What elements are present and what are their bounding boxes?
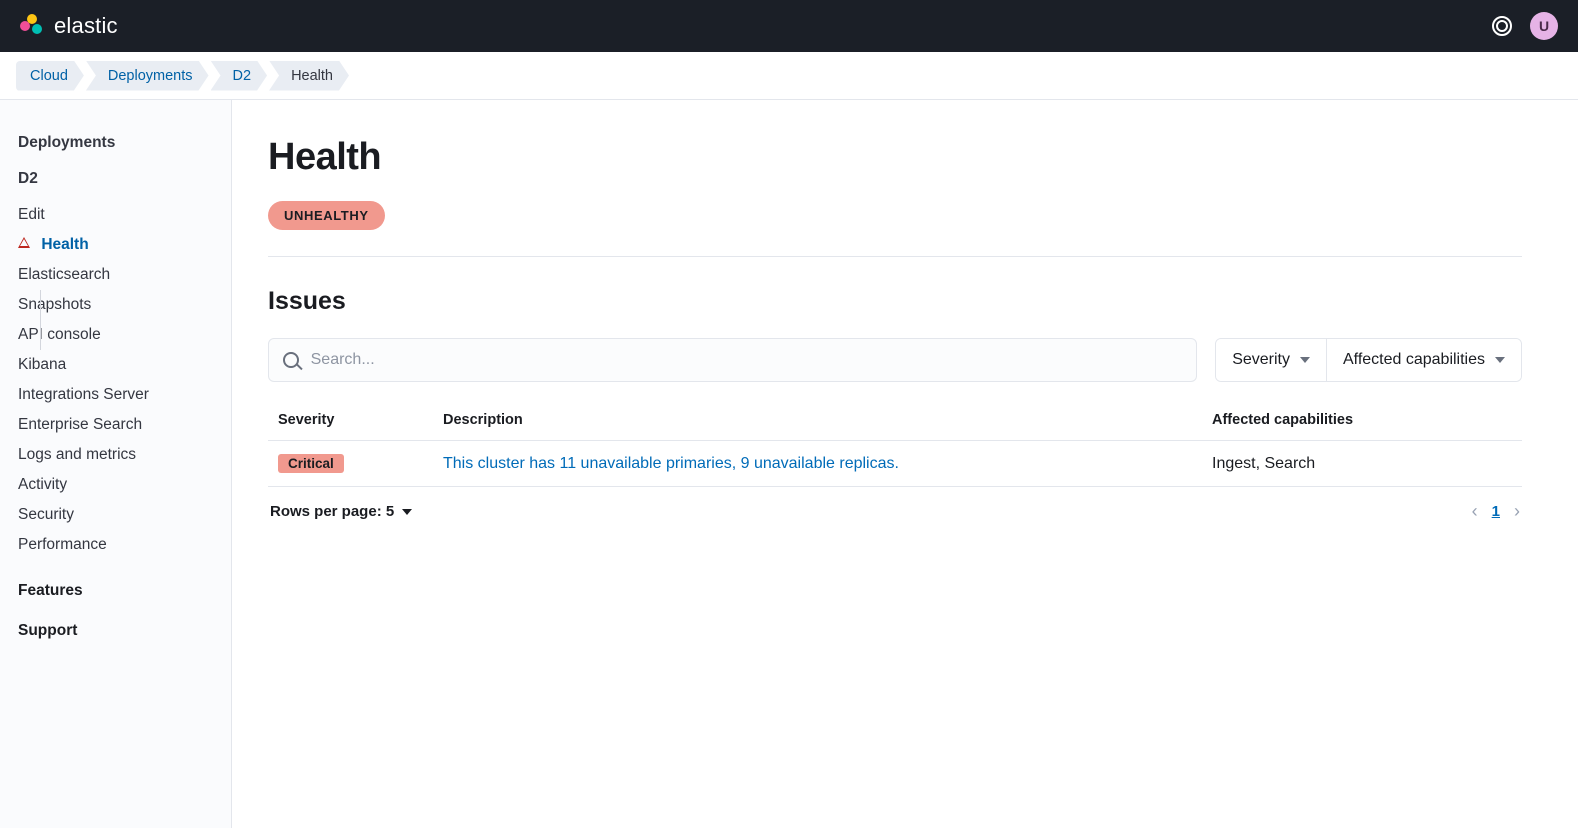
breadcrumb: Cloud Deployments D2 Health <box>0 52 1578 100</box>
filter-label: Affected capabilities <box>1343 351 1485 369</box>
warning-triangle-icon <box>18 237 30 248</box>
help-icon[interactable] <box>1492 16 1512 36</box>
header-right: U <box>1492 12 1558 40</box>
sidebar-section-support[interactable]: Support <box>18 622 213 640</box>
rows-per-page[interactable]: Rows per page: 5 <box>270 503 412 520</box>
pager-page-1[interactable]: 1 <box>1492 503 1500 520</box>
pager-prev[interactable]: ‹ <box>1472 501 1478 522</box>
chevron-down-icon <box>1495 357 1505 363</box>
sidebar-item-label: Kibana <box>18 356 66 373</box>
sidebar-item-label: Activity <box>18 476 67 493</box>
top-header: elastic U <box>0 0 1578 52</box>
table-row: Critical This cluster has 11 unavailable… <box>268 441 1522 487</box>
sidebar-item-label: Elasticsearch <box>18 266 110 283</box>
sidebar-item-label: Security <box>18 506 74 523</box>
cell-severity: Critical <box>268 441 433 487</box>
chevron-down-icon <box>402 509 412 515</box>
issue-description-link[interactable]: This cluster has 11 unavailable primarie… <box>443 455 899 472</box>
crumb-deployments[interactable]: Deployments <box>86 61 209 91</box>
search-icon <box>283 352 299 368</box>
filter-label: Severity <box>1232 351 1290 369</box>
sidebar-section-features[interactable]: Features <box>18 582 213 600</box>
crumb-cloud[interactable]: Cloud <box>16 61 84 91</box>
sidebar-item-snapshots[interactable]: Snapshots <box>18 290 213 320</box>
crumb-health: Health <box>269 61 349 91</box>
filter-severity[interactable]: Severity <box>1216 339 1326 381</box>
sidebar-item-performance[interactable]: Performance <box>18 530 213 560</box>
sidebar-item-label: Health <box>41 236 88 253</box>
divider <box>268 256 1522 257</box>
pagination-row: Rows per page: 5 ‹ 1 › <box>268 487 1522 536</box>
sidebar-item-security[interactable]: Security <box>18 500 213 530</box>
crumb-d2[interactable]: D2 <box>211 61 268 91</box>
pager-next[interactable]: › <box>1514 501 1520 522</box>
sidebar-item-label: Snapshots <box>18 296 91 313</box>
issues-heading: Issues <box>268 287 1522 316</box>
sidebar-item-edit[interactable]: Edit <box>18 200 213 230</box>
main-content: Health UNHEALTHY Issues Severity Affecte… <box>232 100 1578 828</box>
sidebar: Deployments D2 Edit Health Elasticsearch… <box>0 100 232 828</box>
avatar-initial: U <box>1539 18 1549 34</box>
sidebar-item-label: API console <box>18 326 101 343</box>
header-left: elastic <box>20 13 118 39</box>
sidebar-section-label: Features <box>18 582 83 599</box>
elastic-logo-icon[interactable] <box>20 14 44 38</box>
sidebar-item-label: Integrations Server <box>18 386 149 403</box>
sidebar-item-label: Edit <box>18 206 45 223</box>
brand-text: elastic <box>54 13 118 39</box>
sidebar-item-label: Logs and metrics <box>18 446 136 463</box>
sidebar-item-elasticsearch[interactable]: Elasticsearch <box>18 260 213 290</box>
rows-per-page-label: Rows per page: 5 <box>270 503 394 520</box>
search-input-wrapper[interactable] <box>268 338 1197 382</box>
filter-group: Severity Affected capabilities <box>1215 338 1522 382</box>
sidebar-item-health[interactable]: Health <box>18 230 213 260</box>
sidebar-item-logs-metrics[interactable]: Logs and metrics <box>18 440 213 470</box>
user-avatar[interactable]: U <box>1530 12 1558 40</box>
page-title: Health <box>268 136 1522 179</box>
search-input[interactable] <box>311 351 1183 369</box>
sidebar-deployment-name[interactable]: D2 <box>18 164 213 194</box>
status-badge: UNHEALTHY <box>268 201 385 230</box>
cell-capabilities: Ingest, Search <box>1202 441 1522 487</box>
sidebar-item-label: Enterprise Search <box>18 416 142 433</box>
col-severity[interactable]: Severity <box>268 400 433 441</box>
sidebar-item-api-console[interactable]: API console <box>18 320 213 350</box>
filter-capabilities[interactable]: Affected capabilities <box>1326 339 1521 381</box>
sidebar-item-kibana[interactable]: Kibana <box>18 350 213 380</box>
pager: ‹ 1 › <box>1472 501 1520 522</box>
severity-badge: Critical <box>278 454 344 473</box>
cell-description: This cluster has 11 unavailable primarie… <box>433 441 1202 487</box>
sidebar-item-integrations-server[interactable]: Integrations Server <box>18 380 213 410</box>
sidebar-item-label: Performance <box>18 536 107 553</box>
sidebar-item-enterprise-search[interactable]: Enterprise Search <box>18 410 213 440</box>
sidebar-root-deployments[interactable]: Deployments <box>18 128 213 158</box>
col-capabilities[interactable]: Affected capabilities <box>1202 400 1522 441</box>
sidebar-item-activity[interactable]: Activity <box>18 470 213 500</box>
sidebar-section-label: Support <box>18 622 77 639</box>
table-header-row: Severity Description Affected capabiliti… <box>268 400 1522 441</box>
col-description[interactable]: Description <box>433 400 1202 441</box>
issues-table: Severity Description Affected capabiliti… <box>268 400 1522 487</box>
chevron-down-icon <box>1300 357 1310 363</box>
issues-controls: Severity Affected capabilities <box>268 338 1522 382</box>
